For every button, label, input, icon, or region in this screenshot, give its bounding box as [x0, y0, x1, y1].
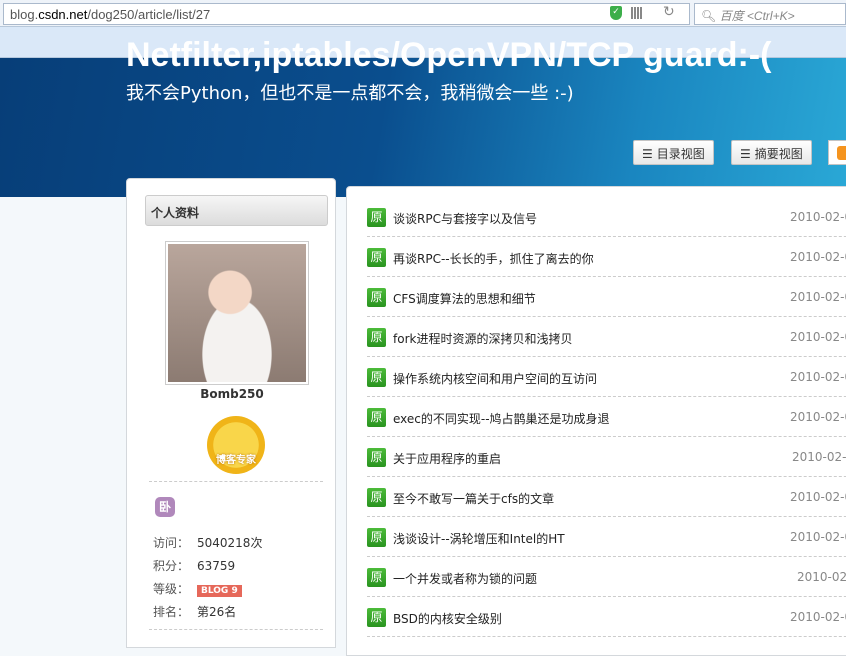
original-tag: 原 [367, 488, 386, 507]
rss-icon [837, 146, 846, 160]
blog-subtitle: 我不会Python，但也不是一点都不会，我稍微会一些 :-) [126, 83, 574, 104]
url-path: /dog250/article/list/27 [87, 7, 211, 22]
article-title[interactable]: 至今不敢写一篇关于cfs的文章 [393, 490, 554, 507]
article-row: 原 exec的不同实现--鸠占鹊巢还是功成身退 2010-02-0 [367, 397, 846, 437]
summary-view-button[interactable]: ☰ 摘要视图 [731, 140, 812, 165]
article-date: 2010-02-0 [790, 490, 846, 504]
stat-row: 积分： 63759 [153, 557, 235, 574]
article-title[interactable]: 关于应用程序的重启 [393, 450, 501, 467]
shield-icon[interactable]: ✓ [610, 6, 622, 20]
article-title[interactable]: 再谈RPC--长长的手，抓住了离去的你 [393, 250, 594, 267]
divider [149, 629, 323, 630]
article-row: 原 fork进程时资源的深拷贝和浅拷贝 2010-02-0 [367, 317, 846, 357]
profile-header: 个人资料 [145, 195, 328, 226]
article-list: 原谈谈RPC与套接字以及信号 2010-02-0 原再谈RPC--长长的手，抓住了离… [346, 186, 846, 656]
search-input[interactable]: 🔍︎ 百度 <Ctrl+K> [694, 3, 846, 25]
article-date: 2010-02-0 [790, 250, 846, 264]
article-row: 原 BSD的内核安全级别 2010-02-0 [367, 597, 846, 637]
stat-value: 63759 [197, 559, 236, 573]
article-title[interactable]: fork进程时资源的深拷贝和浅拷贝 [393, 330, 572, 347]
article-date: 2010-02-0 [790, 370, 846, 384]
search-placeholder: 百度 <Ctrl+K> [719, 9, 795, 23]
blog-title[interactable]: Netfilter,iptables/OpenVPN/TCP guard:-( [126, 36, 771, 75]
article-row: 原至今不敢写一篇关于cfs的文章 2010-02-0 [367, 477, 846, 517]
article-title[interactable]: 浅谈设计--涡轮增压和Intel的HT [393, 530, 565, 547]
list-icon: ☰ [642, 147, 653, 161]
username[interactable]: Bomb250 [127, 387, 337, 401]
stat-row: 等级： BLOG 9 [153, 580, 242, 597]
browser-toolbar: blog.csdn.net/dog250/article/list/27 ✓ ↻… [0, 0, 846, 27]
rss-button[interactable] [828, 140, 846, 165]
article-row: 原一个并发或者称为锁的问题 2010-02- [367, 557, 846, 597]
original-tag: 原 [367, 368, 386, 387]
original-tag: 原 [367, 608, 386, 627]
original-tag: 原 [367, 328, 386, 347]
stat-label: 访问： [153, 536, 190, 550]
article-row: 原操作系统内核空间和用户空间的互访问 2010-02-0 [367, 357, 846, 397]
blog-banner: Netfilter,iptables/OpenVPN/TCP guard:-( … [0, 36, 846, 197]
stat-label: 积分： [153, 559, 190, 573]
original-tag: 原 [367, 248, 386, 267]
list-icon: ☰ [740, 147, 751, 161]
article-title[interactable]: 操作系统内核空间和用户空间的互访问 [393, 370, 597, 387]
article-date: 2010-02-0 [790, 410, 846, 424]
qr-code-icon[interactable] [631, 7, 643, 19]
article-date: 2010-02- [797, 570, 846, 584]
summary-view-label: 摘要视图 [754, 147, 803, 161]
original-tag: 原 [367, 288, 386, 307]
stat-row: 访问： 5040218次 [153, 534, 262, 551]
article-date: 2010-02-0 [790, 530, 846, 544]
article-date: 2010-02-0 [790, 210, 846, 224]
original-tag: 原 [367, 568, 386, 587]
original-tag: 原 [367, 448, 386, 467]
reload-icon[interactable]: ↻ [663, 4, 675, 20]
stat-value: BLOG 9 [197, 585, 242, 597]
article-date: 2010-02-0 [790, 610, 846, 624]
article-row: 原 CFS调度算法的思想和细节 2010-02-0 [367, 277, 846, 317]
directory-view-button[interactable]: ☰ 目录视图 [633, 140, 714, 165]
article-title[interactable]: 谈谈RPC与套接字以及信号 [393, 210, 537, 227]
stat-label: 等级： [153, 582, 190, 596]
url-prefix: blog. [10, 7, 39, 22]
article-title[interactable]: BSD的内核安全级别 [393, 610, 502, 627]
directory-view-label: 目录视图 [656, 147, 705, 161]
stat-label: 排名： [153, 605, 190, 619]
stat-value: 第26名 [197, 605, 237, 619]
article-row: 原关于应用程序的重启 2010-02-0 [367, 437, 846, 477]
article-row: 原谈谈RPC与套接字以及信号 2010-02-0 [367, 197, 846, 237]
badge-icon: 卧 [155, 497, 175, 517]
search-icon: 🔍︎ [701, 9, 720, 23]
article-date: 2010-02-0 [790, 290, 846, 304]
original-tag: 原 [367, 208, 386, 227]
stat-row: 排名： 第26名 [153, 603, 236, 620]
article-row: 原浅谈设计--涡轮增压和Intel的HT 2010-02-0 [367, 517, 846, 557]
divider [149, 481, 323, 482]
address-bar[interactable]: blog.csdn.net/dog250/article/list/27 [3, 3, 690, 25]
article-date: 2010-02-0 [790, 330, 846, 344]
url-domain: csdn.net [38, 7, 88, 22]
profile-panel: 个人资料 Bomb250 博客专家 卧 访问： 5040218次 积分： 63759 等… [126, 178, 336, 648]
article-date: 2010-02-0 [792, 450, 846, 464]
article-title[interactable]: CFS调度算法的思想和细节 [393, 290, 536, 307]
avatar[interactable] [165, 241, 309, 385]
original-tag: 原 [367, 408, 386, 427]
article-row: 原再谈RPC--长长的手，抓住了离去的你 2010-02-0 [367, 237, 846, 277]
stat-value: 5040218次 [197, 536, 263, 550]
article-title[interactable]: 一个并发或者称为锁的问题 [393, 570, 537, 587]
article-title[interactable]: exec的不同实现--鸠占鹊巢还是功成身退 [393, 410, 610, 427]
blog-expert-medal: 博客专家 [207, 416, 265, 474]
original-tag: 原 [367, 528, 386, 547]
